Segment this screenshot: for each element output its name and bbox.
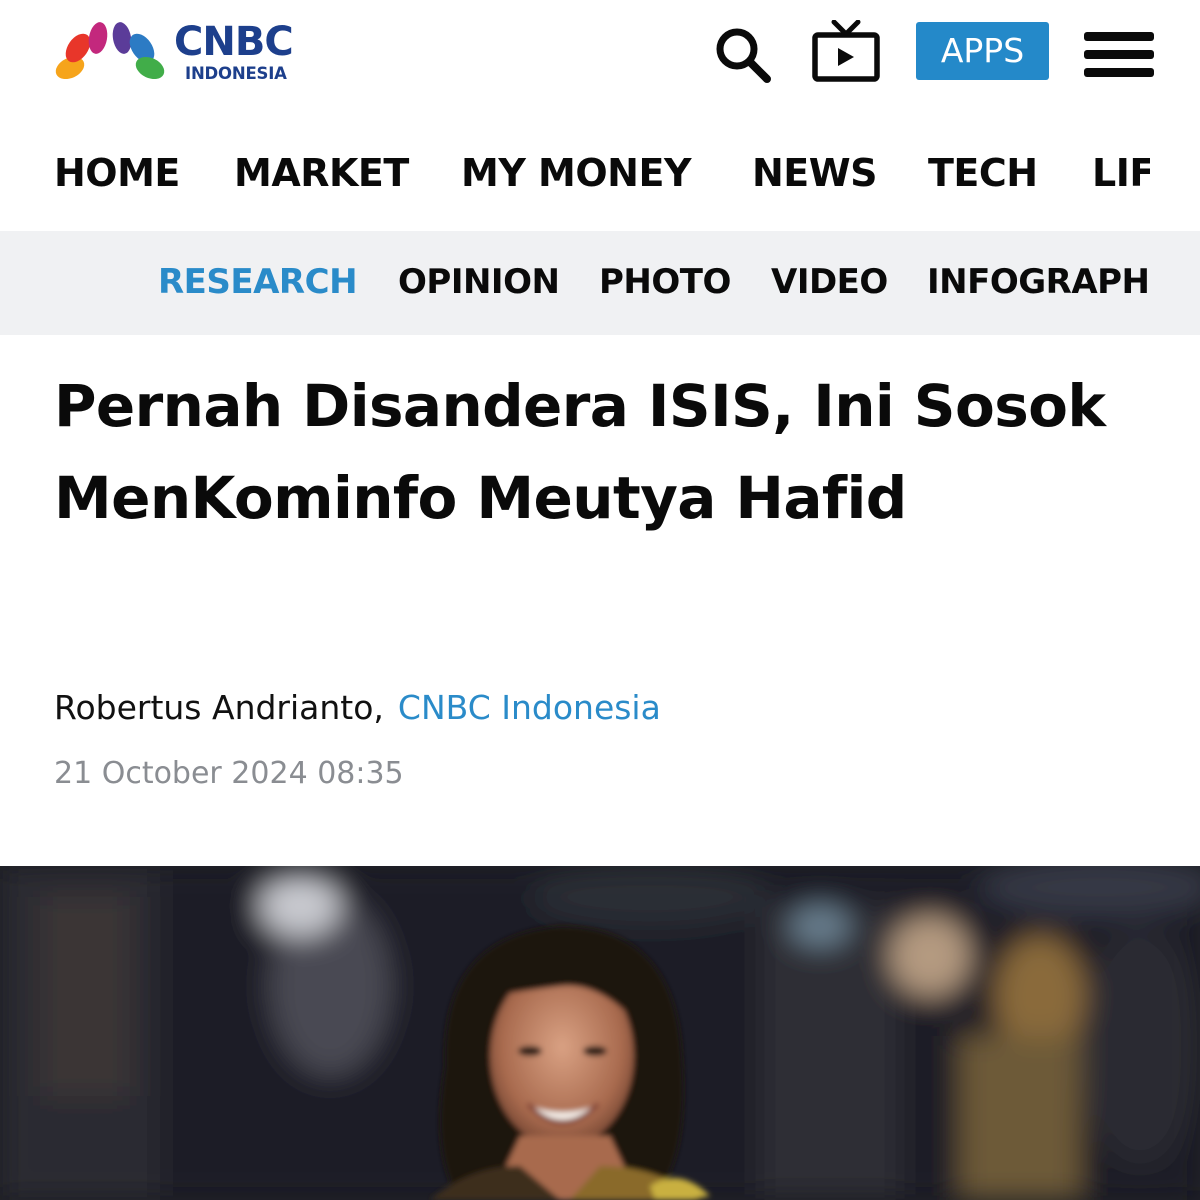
apps-button[interactable]: APPS	[916, 22, 1049, 80]
cnbc-indonesia-logo[interactable]: CNBC INDONESIA	[52, 16, 322, 88]
subnav-item-photo[interactable]: PHOTO	[599, 259, 731, 305]
logo-wordmark: CNBC	[174, 19, 294, 65]
hamburger-menu-icon[interactable]	[1082, 30, 1156, 80]
sub-navigation: RESEARCH OPINION PHOTO VIDEO INFOGRAPH	[0, 231, 1200, 335]
article-hero-image	[0, 866, 1200, 1200]
live-tv-button[interactable]	[808, 19, 884, 84]
peacock-icon	[55, 22, 165, 80]
nav-item-lifestyle[interactable]: LIF	[1092, 148, 1150, 198]
nav-item-news[interactable]: NEWS	[752, 148, 878, 198]
nav-item-my-money[interactable]: MY MONEY	[461, 148, 691, 198]
article-headline: Pernah Disandera ISIS, Ini Sosok MenKomi…	[54, 372, 1106, 532]
nav-item-market[interactable]: MARKET	[234, 148, 409, 198]
search-button[interactable]	[712, 24, 774, 86]
subnav-item-research[interactable]: RESEARCH	[158, 259, 358, 305]
live-tv-icon	[812, 19, 880, 82]
subnav-item-video[interactable]: VIDEO	[771, 259, 888, 305]
search-icon	[716, 28, 771, 83]
hero-photo-illustration	[0, 866, 1200, 1200]
nav-item-home[interactable]: HOME	[54, 148, 180, 198]
logo-subtitle: INDONESIA	[185, 64, 287, 83]
article-byline: Robertus Andrianto, CNBC Indonesia	[54, 686, 661, 730]
top-header: CNBC INDONESIA APPS	[0, 0, 1200, 118]
nav-item-tech[interactable]: TECH	[928, 148, 1038, 198]
main-navigation: HOME MARKET MY MONEY NEWS TECH LIF	[0, 118, 1200, 230]
source-link[interactable]: CNBC Indonesia	[398, 688, 661, 727]
author-name[interactable]: Robertus Andrianto,	[54, 688, 384, 727]
subnav-item-infographic[interactable]: INFOGRAPH	[927, 259, 1150, 305]
publish-date: 21 October 2024 08:35	[54, 756, 404, 791]
subnav-item-opinion[interactable]: OPINION	[398, 259, 560, 305]
